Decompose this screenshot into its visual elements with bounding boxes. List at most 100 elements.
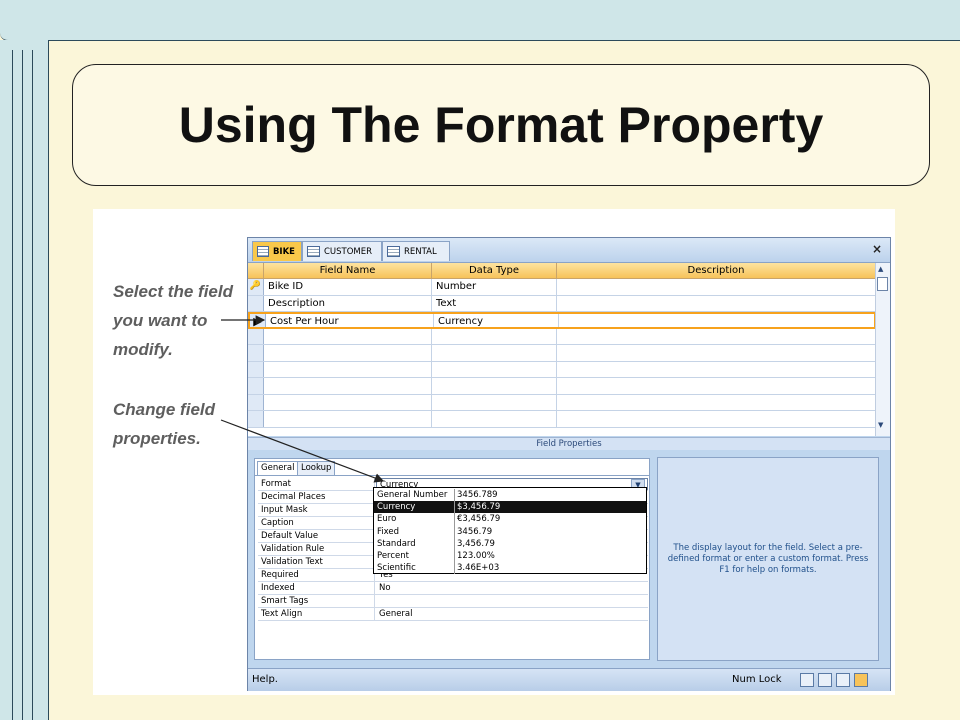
property-name: Format: [258, 478, 375, 490]
row-selector[interactable]: [248, 345, 264, 361]
format-option[interactable]: Fixed 3456.79: [374, 525, 646, 538]
status-bar: Help. Num Lock: [248, 668, 890, 691]
format-dropdown-list[interactable]: General Number 3456.789 Currency $3,456.79…: [373, 487, 647, 575]
table-row[interactable]: [248, 411, 876, 428]
format-option[interactable]: Scientific 3.46E+03: [374, 562, 646, 575]
divider: [255, 475, 649, 476]
option-example: $3,456.79: [454, 501, 500, 514]
description-cell[interactable]: [557, 279, 876, 295]
description-cell[interactable]: [557, 295, 876, 311]
scroll-down-icon[interactable]: ▼: [878, 421, 883, 429]
slide: Using The Format Property Select the fie…: [0, 0, 960, 720]
option-name: Standard: [377, 538, 416, 549]
tab-bike[interactable]: BIKE: [252, 241, 302, 261]
tab-general[interactable]: General: [257, 461, 299, 475]
pivotchart-view-icon[interactable]: [836, 673, 850, 687]
access-table-design-window: BIKE CUSTOMER RENTAL × Field Name Data T…: [247, 237, 891, 691]
table-row[interactable]: [248, 394, 876, 411]
decor-line: [12, 50, 13, 720]
property-row[interactable]: Indexed No: [258, 582, 648, 595]
data-type-cell[interactable]: [432, 345, 557, 361]
vertical-scrollbar[interactable]: ▲ ▼: [875, 263, 890, 436]
tab-customer[interactable]: CUSTOMER: [302, 241, 382, 261]
tab-label: RENTAL: [404, 246, 437, 257]
option-name: Currency: [377, 502, 416, 513]
format-option[interactable]: General Number 3456.789: [374, 489, 646, 502]
field-name-cell[interactable]: [264, 394, 432, 410]
left-decor-bar: [0, 40, 49, 720]
property-row[interactable]: Text Align General: [258, 608, 648, 621]
field-name-cell[interactable]: [264, 411, 432, 427]
table-row[interactable]: [248, 345, 876, 362]
property-name: Input Mask: [258, 504, 375, 516]
status-help-text: Help.: [252, 674, 278, 685]
tab-lookup[interactable]: Lookup: [297, 461, 336, 475]
data-type-cell[interactable]: [432, 328, 557, 344]
property-value[interactable]: No: [376, 582, 648, 594]
row-selector[interactable]: [248, 328, 264, 344]
object-tabs: BIKE CUSTOMER RENTAL ×: [248, 238, 890, 263]
field-name-cell[interactable]: [264, 361, 432, 377]
property-value[interactable]: General: [376, 608, 648, 620]
format-option[interactable]: Percent 123.00%: [374, 550, 646, 563]
description-cell[interactable]: [559, 314, 876, 327]
format-option[interactable]: Standard 3,456.79: [374, 537, 646, 550]
field-name-cell[interactable]: [264, 378, 432, 394]
format-option-selected[interactable]: Currency $3,456.79: [374, 501, 646, 514]
key-icon: 🔑: [248, 279, 264, 295]
data-type-cell[interactable]: [432, 394, 557, 410]
row-selector[interactable]: [248, 295, 264, 311]
option-example: 3.46E+03: [454, 562, 499, 575]
data-type-cell[interactable]: Currency: [434, 314, 559, 327]
table-row-selected[interactable]: ▶ Cost Per Hour Currency: [248, 312, 876, 329]
row-selector[interactable]: [248, 394, 264, 410]
data-type-cell[interactable]: [432, 411, 557, 427]
property-name: Default Value: [258, 530, 375, 542]
scroll-up-icon[interactable]: ▲: [878, 265, 883, 273]
data-type-cell[interactable]: Text: [432, 295, 557, 311]
field-name-cell[interactable]: [264, 345, 432, 361]
property-help-panel: The display layout for the field. Select…: [657, 457, 879, 661]
option-name: General Number: [377, 490, 448, 500]
format-option[interactable]: Euro €3,456.79: [374, 513, 646, 526]
table-icon: [257, 246, 269, 257]
callout-change-properties: Change field properties.: [113, 400, 216, 448]
field-name-cell[interactable]: Bike ID: [264, 279, 432, 295]
table-row[interactable]: Description Text: [248, 295, 876, 312]
row-selector[interactable]: [248, 361, 264, 377]
property-help-text: The display layout for the field. Select…: [667, 542, 869, 575]
property-name: Required: [258, 569, 375, 581]
data-type-cell[interactable]: [432, 378, 557, 394]
option-name: Scientific: [377, 563, 416, 574]
num-lock-indicator: Num Lock: [732, 674, 782, 685]
close-icon[interactable]: ×: [872, 242, 882, 256]
field-name-cell[interactable]: [264, 328, 432, 344]
field-grid: Field Name Data Type Description 🔑 Bike …: [248, 263, 890, 436]
table-row[interactable]: [248, 328, 876, 345]
column-header-data-type: Data Type: [432, 263, 557, 279]
property-name: Validation Text: [258, 556, 375, 568]
property-value[interactable]: [376, 595, 648, 607]
scroll-thumb[interactable]: [877, 277, 888, 291]
property-name: Validation Rule: [258, 543, 375, 555]
table-row[interactable]: [248, 378, 876, 395]
option-example: 123.00%: [454, 550, 495, 563]
data-type-cell[interactable]: [432, 361, 557, 377]
tab-rental[interactable]: RENTAL: [382, 241, 450, 261]
data-type-cell[interactable]: Number: [432, 279, 557, 295]
table-row[interactable]: 🔑 Bike ID Number: [248, 279, 876, 296]
pivottable-view-icon[interactable]: [818, 673, 832, 687]
design-view-icon[interactable]: [854, 673, 868, 687]
row-pointer-icon: ▶: [250, 314, 266, 328]
datasheet-view-icon[interactable]: [800, 673, 814, 687]
row-selector[interactable]: [248, 378, 264, 394]
property-name: Caption: [258, 517, 375, 529]
decor-line: [22, 50, 23, 720]
field-name-cell[interactable]: Description: [264, 295, 432, 311]
property-name: Decimal Places: [258, 491, 375, 503]
field-name-cell[interactable]: Cost Per Hour: [266, 314, 434, 327]
option-example: 3,456.79: [454, 537, 495, 550]
row-selector[interactable]: [248, 411, 264, 427]
property-row[interactable]: Smart Tags: [258, 595, 648, 608]
table-row[interactable]: [248, 361, 876, 378]
